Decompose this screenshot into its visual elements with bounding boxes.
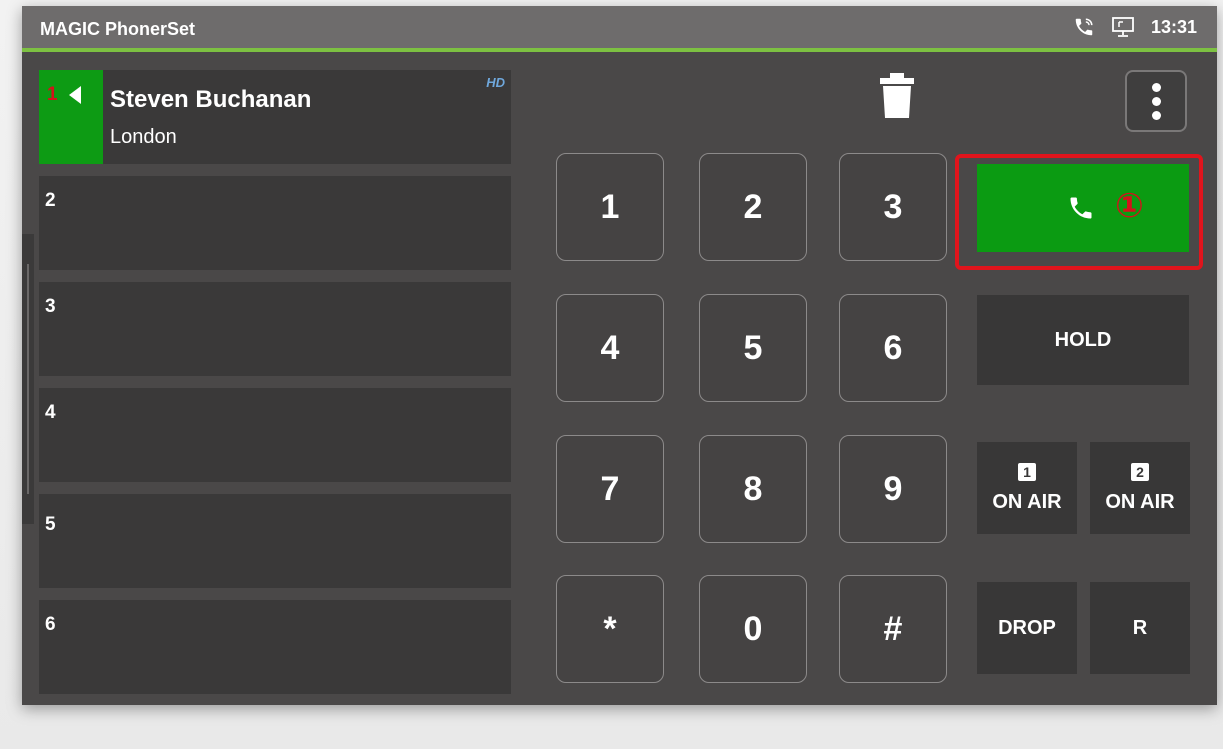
line-number: 6 — [45, 614, 56, 635]
incoming-arrow-icon — [67, 85, 83, 110]
key-6[interactable]: 6 — [839, 294, 947, 402]
clock: 13:31 — [1150, 16, 1197, 37]
line-item-6[interactable]: 6 — [39, 600, 511, 694]
on-air-2-label: ON AIR — [1105, 490, 1175, 513]
side-drawer-handle[interactable] — [22, 234, 34, 524]
on-air-2-number: 2 — [1131, 462, 1149, 481]
key-star[interactable]: * — [556, 575, 664, 683]
key-3[interactable]: 3 — [839, 153, 947, 261]
phone-icon — [1067, 194, 1095, 227]
hold-button[interactable]: HOLD — [977, 295, 1189, 385]
on-air-1-number: 1 — [1018, 462, 1036, 481]
line-item-3[interactable]: 3 — [39, 282, 511, 376]
key-2[interactable]: 2 — [699, 153, 807, 261]
step-marker: ① — [1115, 187, 1144, 225]
line-number: 1 — [47, 84, 58, 105]
line-number: 4 — [45, 402, 56, 423]
phone-device-screen: MAGIC PhonerSet 13:31 1 Steven Buchanan … — [22, 6, 1217, 705]
key-9[interactable]: 9 — [839, 435, 947, 543]
drop-button[interactable]: DROP — [977, 582, 1077, 674]
line-item-2[interactable]: 2 — [39, 176, 511, 270]
call-ringing-icon — [1073, 16, 1095, 38]
line-item-4[interactable]: 4 — [39, 388, 511, 482]
more-options-button[interactable] — [1125, 70, 1187, 132]
status-icons: 13:31 — [1073, 16, 1197, 38]
r-label: R — [1132, 616, 1148, 639]
r-button[interactable]: R — [1090, 582, 1190, 674]
key-5[interactable]: 5 — [699, 294, 807, 402]
caller-name: Steven Buchanan — [110, 86, 312, 113]
key-7[interactable]: 7 — [556, 435, 664, 543]
status-bar: MAGIC PhonerSet 13:31 — [22, 6, 1217, 52]
line-number: 2 — [45, 190, 56, 211]
on-air-1-label: ON AIR — [992, 490, 1062, 513]
line-item-5[interactable]: 5 — [39, 494, 511, 588]
key-0[interactable]: 0 — [699, 575, 807, 683]
network-icon — [1111, 16, 1135, 38]
app-title: MAGIC PhonerSet — [40, 19, 196, 39]
call-button[interactable]: ① — [977, 164, 1189, 252]
hd-badge: HD — [486, 75, 505, 90]
on-air-1-button[interactable]: 1 ON AIR — [977, 442, 1077, 534]
on-air-2-button[interactable]: 2 ON AIR — [1090, 442, 1190, 534]
line-number: 5 — [45, 514, 56, 535]
caller-city: London — [110, 126, 177, 148]
line-number: 3 — [45, 296, 56, 317]
line-item-1[interactable]: 1 Steven Buchanan London HD — [39, 70, 511, 164]
key-1[interactable]: 1 — [556, 153, 664, 261]
drop-label: DROP — [998, 616, 1056, 639]
delete-digits-button[interactable] — [879, 72, 915, 125]
trash-icon — [879, 73, 915, 124]
key-8[interactable]: 8 — [699, 435, 807, 543]
hold-label: HOLD — [1054, 328, 1112, 351]
key-4[interactable]: 4 — [556, 294, 664, 402]
key-hash[interactable]: # — [839, 575, 947, 683]
